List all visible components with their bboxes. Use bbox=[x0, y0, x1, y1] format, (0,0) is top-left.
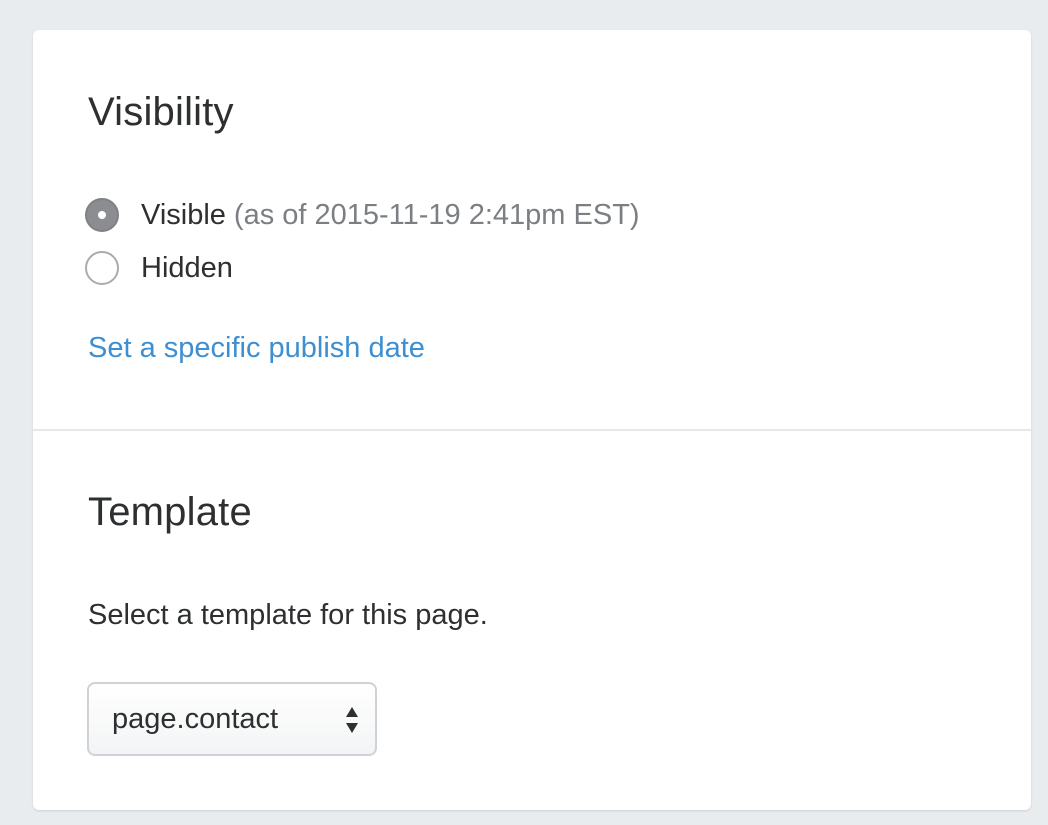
visibility-option-hidden[interactable]: Hidden bbox=[85, 251, 233, 285]
template-title: Template bbox=[88, 490, 252, 534]
visibility-section: Visibility Visible (as of 2015-11-19 2:4… bbox=[33, 30, 1031, 431]
template-section: Template Select a template for this page… bbox=[33, 431, 1031, 810]
visibility-option-visible[interactable]: Visible (as of 2015-11-19 2:41pm EST) bbox=[85, 198, 640, 232]
template-description: Select a template for this page. bbox=[88, 599, 488, 631]
radio-unchecked-icon[interactable] bbox=[85, 251, 119, 285]
template-selected-value: page.contact bbox=[112, 702, 279, 735]
set-publish-date-link[interactable]: Set a specific publish date bbox=[88, 332, 425, 365]
select-arrows-icon bbox=[346, 707, 358, 733]
hidden-label: Hidden bbox=[141, 251, 233, 284]
visible-label: Visible bbox=[141, 198, 226, 231]
template-select[interactable]: page.contact bbox=[87, 682, 377, 756]
radio-checked-icon[interactable] bbox=[85, 198, 119, 232]
settings-card: Visibility Visible (as of 2015-11-19 2:4… bbox=[33, 30, 1031, 810]
visibility-title: Visibility bbox=[88, 90, 234, 134]
visible-timestamp-note: (as of 2015-11-19 2:41pm EST) bbox=[233, 198, 640, 231]
